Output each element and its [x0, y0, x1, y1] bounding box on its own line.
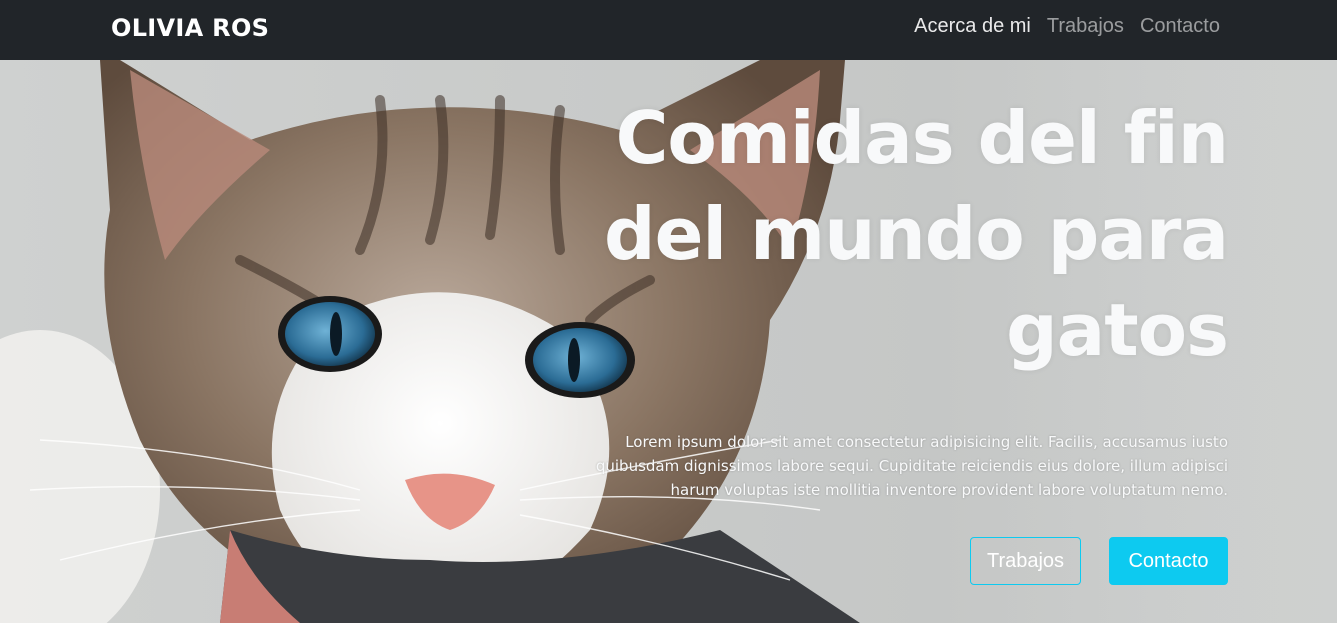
- hero-text-line: Lorem ipsum dolor sit amet consectetur a…: [625, 433, 1228, 451]
- nav-link-about[interactable]: Acerca de mi: [914, 15, 1031, 38]
- hero-title-line: del mundo para: [604, 192, 1229, 276]
- hero-section: Comidas del fin del mundo para gatos Lor…: [0, 60, 1337, 623]
- hero-text-line: quibusdam dignissimos labore sequi. Cupi…: [595, 457, 1228, 475]
- hero-content: Comidas del fin del mundo para gatos Lor…: [588, 90, 1229, 502]
- works-button[interactable]: Trabajos: [970, 537, 1081, 585]
- nav-link-works[interactable]: Trabajos: [1047, 15, 1124, 38]
- nav-links: Acerca de mi Trabajos Contacto: [914, 15, 1220, 38]
- hero-description: Lorem ipsum dolor sit amet consectetur a…: [588, 430, 1228, 502]
- navbar: OLIVIA ROS Acerca de mi Trabajos Contact…: [0, 0, 1337, 60]
- hero-title: Comidas del fin del mundo para gatos: [588, 90, 1229, 378]
- hero-text-line: harum voluptas iste mollitia inventore p…: [670, 481, 1229, 499]
- nav-link-contact[interactable]: Contacto: [1140, 15, 1220, 38]
- brand-logo[interactable]: OLIVIA ROS: [111, 14, 269, 42]
- contact-button[interactable]: Contacto: [1109, 537, 1228, 585]
- hero-title-line: Comidas del fin: [615, 96, 1229, 180]
- hero-title-line: gatos: [1006, 288, 1229, 372]
- hero-buttons: Trabajos Contacto: [970, 537, 1228, 585]
